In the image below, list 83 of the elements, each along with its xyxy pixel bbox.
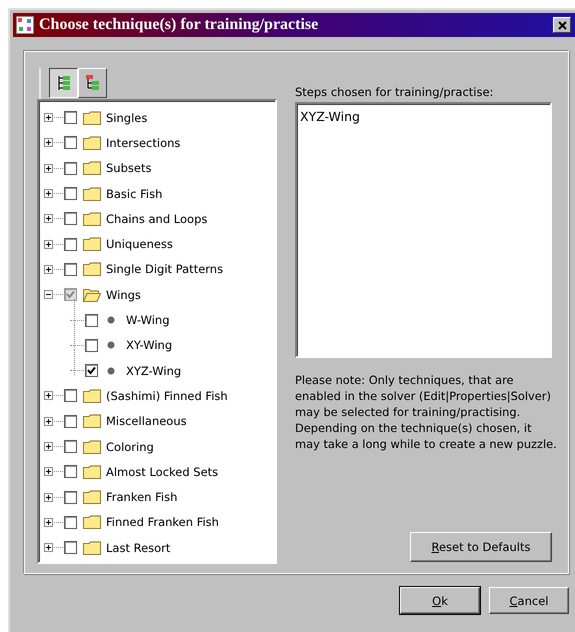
tree-item[interactable]: Uniqueness [106,237,173,252]
checkbox[interactable] [64,541,77,554]
folder-icon [83,490,101,504]
tree-item[interactable]: Coloring [106,440,154,454]
expander-icon[interactable] [44,214,53,224]
tree-item[interactable]: Miscellaneous [106,414,187,428]
tree-item[interactable]: (Sashimi) Finned Fish [106,388,228,403]
folder-icon [83,136,101,150]
folder-icon [83,540,101,555]
folder-icon [83,186,101,201]
tree-item[interactable]: Subsets [106,161,152,176]
tree-item[interactable]: Basic Fish [106,186,162,201]
checkbox[interactable] [64,187,77,200]
expander-icon[interactable] [44,290,53,300]
folder-icon [83,440,101,454]
expander-icon[interactable] [44,164,53,173]
expander-icon[interactable] [44,518,53,527]
tree-item[interactable]: Wings [106,288,141,302]
tree-item[interactable]: W-Wing [126,313,170,328]
close-button[interactable] [553,17,571,33]
tree-item[interactable]: Intersections [106,136,180,150]
expander-icon[interactable] [44,467,53,476]
checkbox[interactable] [64,136,77,150]
expander-icon[interactable] [44,391,53,400]
steps-list[interactable]: XYZ-Wing [295,102,552,358]
checkbox[interactable] [85,364,98,378]
tree-item[interactable]: Almost Locked Sets [106,464,218,479]
sudoku-grid-icon [16,16,34,34]
checkbox[interactable] [64,238,77,251]
toolbar-button[interactable] [49,68,78,98]
expander-icon[interactable] [44,543,53,552]
tree-item[interactable]: Finned Franken Fish [106,515,219,530]
tree-item[interactable]: Chains and Loops [106,212,208,226]
checkbox[interactable] [64,490,77,504]
expander-icon[interactable] [44,442,53,451]
tree-collapse-icon [84,74,100,92]
tree-expand-icon [56,74,72,92]
tree-item[interactable]: Single Digit Patterns [106,262,224,276]
checkbox[interactable] [64,212,77,226]
expander-icon[interactable] [44,138,53,148]
expander-icon[interactable] [44,264,53,274]
window-title: Choose technique(s) for training/practise [39,16,320,34]
folder-icon [83,161,101,176]
bullet-icon [107,341,115,350]
checkbox[interactable] [64,111,77,124]
checkbox[interactable] [64,516,77,529]
tree-item[interactable]: Last Resort [106,540,170,555]
note-text: Please note: Only techniques, that are enabled in the solver (Edit|Properties|Solver) may be selected for training/practising. Depending on the technique(s) chosen, it may take a long while to create a new puzzle. [295,372,557,452]
expander-icon[interactable] [44,492,53,502]
tree-item[interactable]: XYZ-Wing [126,364,182,378]
list-item[interactable]: XYZ-Wing [300,109,360,124]
folder-icon [83,464,101,479]
folder-icon [83,388,101,403]
close-icon [558,20,566,30]
steps-label: Steps chosen for training/practise: [295,85,494,101]
checkbox[interactable] [64,465,77,478]
ok-button[interactable]: Ok [400,587,480,614]
tree-item[interactable]: XY-Wing [126,338,172,352]
checkbox[interactable] [64,440,77,453]
reset-button[interactable]: Reset to Defaults [410,532,552,562]
cancel-button[interactable]: Cancel [489,587,569,614]
checkbox[interactable] [64,288,77,302]
checkbox[interactable] [64,389,77,402]
folder-icon [83,212,101,226]
folder-icon [83,515,101,530]
tree-item[interactable]: Franken Fish [106,490,178,504]
folder-icon [83,110,101,125]
folder-icon [83,288,101,302]
folder-icon [83,237,101,252]
folder-icon [83,262,101,276]
folder-icon [83,414,101,428]
checkbox[interactable] [85,338,98,352]
checkbox[interactable] [85,314,98,327]
checkbox[interactable] [64,162,77,175]
bullet-icon [107,316,115,324]
expander-icon[interactable] [44,416,53,426]
expander-icon[interactable] [44,240,53,249]
checkbox[interactable] [64,262,77,276]
expander-icon[interactable] [44,113,53,122]
bullet-icon [107,366,115,375]
tree-item[interactable]: Singles [106,110,148,125]
checkbox[interactable] [64,414,77,428]
expander-icon[interactable] [44,189,53,198]
